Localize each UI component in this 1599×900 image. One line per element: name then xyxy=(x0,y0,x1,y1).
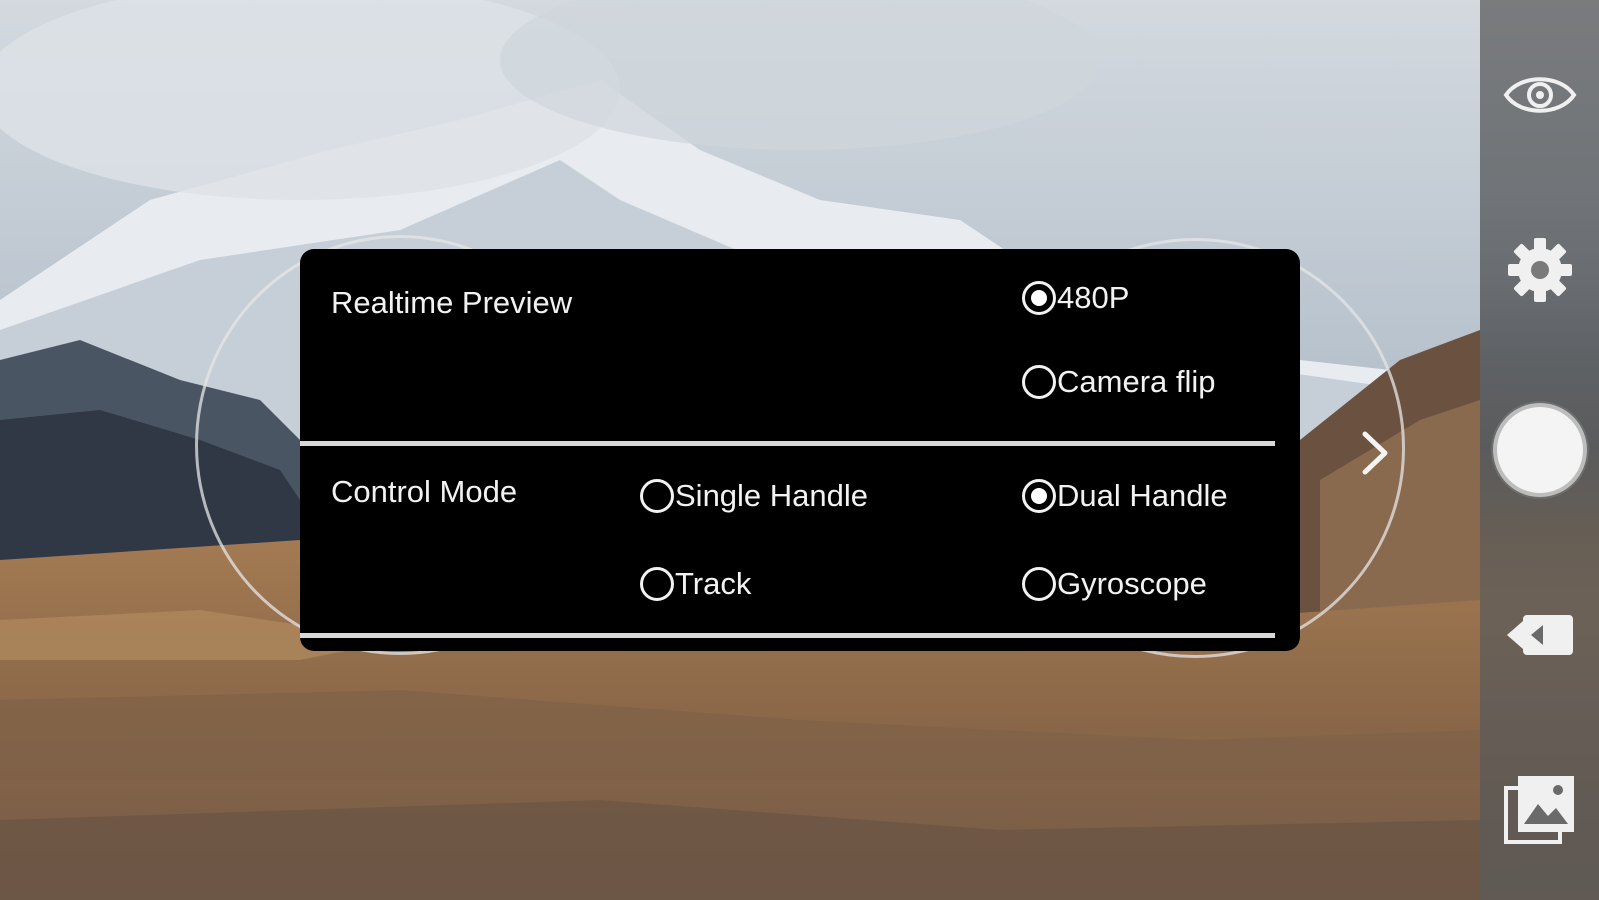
gear-icon xyxy=(1507,238,1572,302)
shutter-button[interactable] xyxy=(1480,400,1599,500)
radio-gyroscope-indicator[interactable] xyxy=(1022,567,1056,601)
radio-480p-indicator[interactable] xyxy=(1022,281,1056,315)
video-icon xyxy=(1506,615,1573,655)
shutter-circle[interactable] xyxy=(1496,407,1583,493)
realtime-preview-label: Realtime Preview xyxy=(331,285,573,320)
right-toolbar xyxy=(1480,0,1599,900)
control-mode-label: Control Mode xyxy=(331,474,518,509)
settings-button[interactable] xyxy=(1480,230,1599,310)
radio-gyroscope[interactable]: Gyroscope xyxy=(1022,566,1207,602)
section-divider xyxy=(300,441,1275,446)
radio-480p[interactable]: 480P xyxy=(1022,280,1129,316)
radio-camera-flip-label: Camera flip xyxy=(1057,364,1216,399)
radio-single-handle-indicator[interactable] xyxy=(640,479,674,513)
section-divider xyxy=(300,633,1275,638)
radio-track-label: Track xyxy=(675,566,752,601)
preview-toggle-button[interactable] xyxy=(1480,55,1599,135)
radio-dual-handle[interactable]: Dual Handle xyxy=(1022,478,1228,514)
radio-track[interactable]: Track xyxy=(640,566,751,602)
settings-panel: Realtime Preview 480P Camera flip Contro… xyxy=(300,249,1300,651)
radio-dual-handle-indicator[interactable] xyxy=(1022,479,1056,513)
chevron-right-icon[interactable] xyxy=(1355,428,1395,478)
radio-480p-label: 480P xyxy=(1057,280,1130,315)
gallery-icon xyxy=(1503,776,1574,844)
radio-camera-flip[interactable]: Camera flip xyxy=(1022,364,1216,400)
camera-view: Realtime Preview 480P Camera flip Contro… xyxy=(0,0,1599,900)
radio-single-handle-label: Single Handle xyxy=(675,478,869,513)
eye-icon xyxy=(1503,77,1576,113)
radio-track-indicator[interactable] xyxy=(640,567,674,601)
radio-dual-handle-label: Dual Handle xyxy=(1057,478,1228,513)
record-mode-button[interactable] xyxy=(1480,600,1599,670)
radio-camera-flip-indicator[interactable] xyxy=(1022,365,1056,399)
radio-gyroscope-label: Gyroscope xyxy=(1057,566,1207,601)
gallery-button[interactable] xyxy=(1480,770,1599,850)
radio-single-handle[interactable]: Single Handle xyxy=(640,478,868,514)
